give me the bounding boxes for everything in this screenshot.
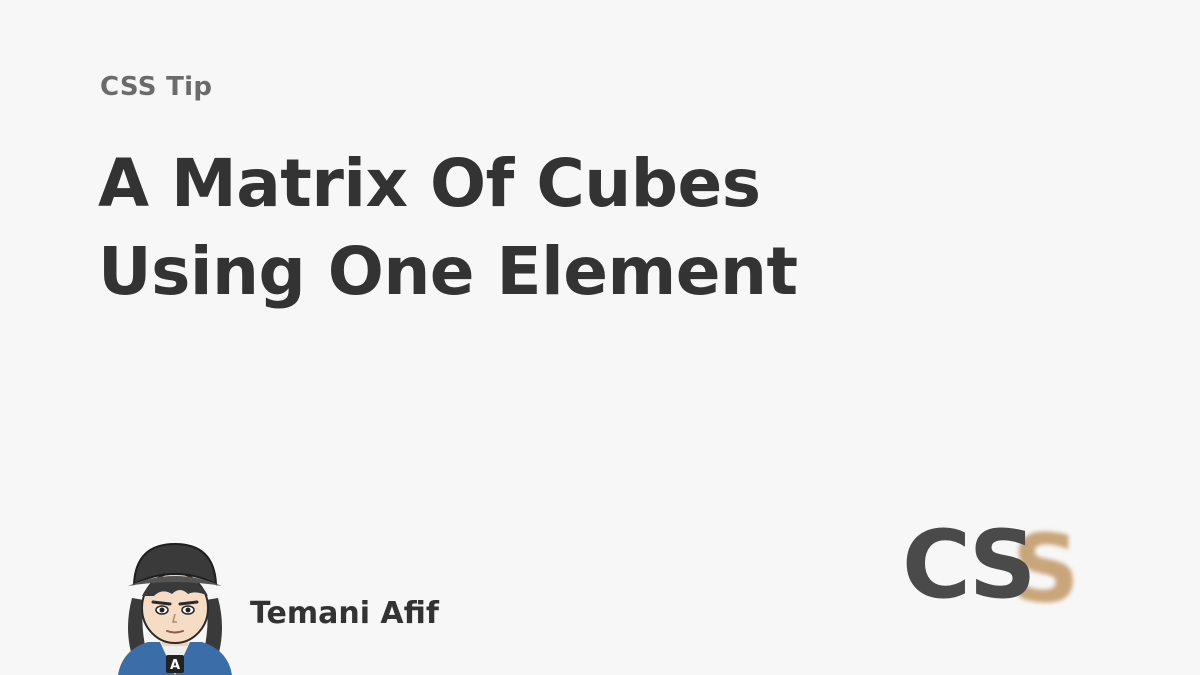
eyebrow-label: CSS Tip — [100, 72, 213, 102]
author-name: Temani Afif — [250, 596, 439, 631]
css-logo: S CS — [902, 511, 1080, 624]
author-block: A Temani Afif — [110, 538, 439, 675]
title-line-2: Using One Element — [98, 233, 798, 310]
logo-text: CS — [902, 511, 1032, 620]
jacket-letter: A — [170, 658, 180, 673]
page-title: A Matrix Of Cubes Using One Element — [98, 140, 798, 316]
title-line-1: A Matrix Of Cubes — [98, 145, 761, 222]
avatar: A — [118, 542, 232, 675]
